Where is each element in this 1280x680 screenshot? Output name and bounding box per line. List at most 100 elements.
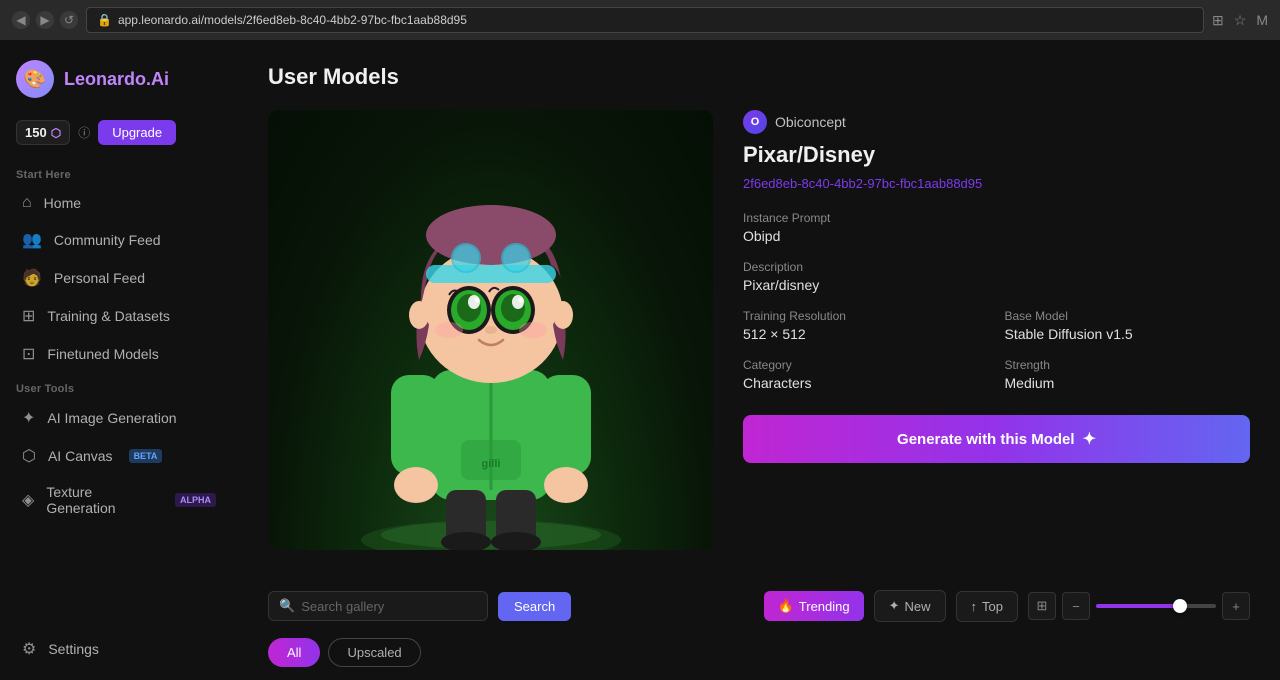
- instance-prompt-section: Instance Prompt Obipd: [743, 211, 1250, 244]
- top-button[interactable]: ↑ Top: [956, 591, 1018, 622]
- browser-chrome: ◀ ▶ ↺ 🔒 app.leonardo.ai/models/2f6ed8eb-…: [0, 0, 1280, 40]
- training-icon: ⊞: [22, 306, 35, 326]
- personal-icon: 🧑: [22, 268, 42, 288]
- training-resolution-label: Training Resolution: [743, 309, 989, 323]
- creator-initial: O: [751, 116, 760, 128]
- filter-all-pill[interactable]: All: [268, 638, 320, 667]
- svg-text:gilli: gilli: [481, 458, 500, 470]
- creator-avatar: O: [743, 110, 767, 134]
- sidebar-item-label: Home: [44, 195, 81, 211]
- sidebar-logo[interactable]: 🎨 Leonardo.Ai: [0, 52, 238, 114]
- training-resolution-value: 512 × 512: [743, 326, 989, 342]
- model-id-link[interactable]: 2f6ed8eb-8c40-4bb2-97bc-fbc1aab88d95: [743, 176, 1250, 191]
- sidebar-item-label: Settings: [48, 641, 99, 657]
- sidebar-item-label: AI Canvas: [48, 448, 113, 464]
- sidebar-item-community-feed[interactable]: 👥 Community Feed: [6, 221, 232, 259]
- profile-icon[interactable]: M: [1256, 12, 1268, 28]
- zoom-slider[interactable]: [1096, 604, 1216, 608]
- base-model-label: Base Model: [1005, 309, 1251, 323]
- new-button[interactable]: ✦ New: [874, 590, 946, 622]
- model-detail-section: gilli: [268, 110, 1250, 550]
- filter-upscaled-pill[interactable]: Upscaled: [328, 638, 420, 667]
- model-image-container: gilli: [268, 110, 713, 550]
- model-info-panel: O Obiconcept Pixar/Disney 2f6ed8eb-8c40-…: [743, 110, 1250, 550]
- gallery-controls: 🔍 Search 🔥 Trending ✦ New ↑ Top: [268, 590, 1250, 622]
- home-icon: ⌂: [22, 194, 32, 212]
- upgrade-button[interactable]: Upgrade: [98, 120, 176, 145]
- category-label: Category: [743, 358, 989, 372]
- user-tools-label: User Tools: [0, 373, 238, 399]
- zoom-out-button[interactable]: −: [1062, 592, 1090, 620]
- sidebar-item-label: Finetuned Models: [47, 346, 158, 362]
- page-title: User Models: [268, 64, 1250, 90]
- instance-prompt-label: Instance Prompt: [743, 211, 1250, 225]
- logo-avatar: 🎨: [16, 60, 54, 98]
- trending-button[interactable]: 🔥 Trending: [764, 591, 864, 621]
- back-button[interactable]: ◀: [12, 11, 30, 29]
- main-content: User Models gilli: [238, 40, 1280, 680]
- generate-icon: ✦: [1083, 429, 1096, 449]
- sidebar-item-label: Personal Feed: [54, 270, 145, 286]
- ai-canvas-icon: ⬡: [22, 446, 36, 466]
- gallery-search-button[interactable]: Search: [498, 592, 571, 621]
- gallery-section: 🔍 Search 🔥 Trending ✦ New ↑ Top: [268, 580, 1250, 680]
- trending-label: Trending: [799, 599, 850, 614]
- extension-icon[interactable]: ⊞: [1212, 12, 1224, 29]
- sidebar-item-personal-feed[interactable]: 🧑 Personal Feed: [6, 259, 232, 297]
- description-value: Pixar/disney: [743, 277, 1250, 293]
- forward-button[interactable]: ▶: [36, 11, 54, 29]
- new-label: New: [905, 599, 931, 614]
- finetuned-icon: ⊡: [22, 344, 35, 364]
- logo-text: Leonardo.Ai: [64, 69, 169, 90]
- new-icon: ✦: [889, 598, 900, 614]
- address-bar[interactable]: 🔒 app.leonardo.ai/models/2f6ed8eb-8c40-4…: [86, 7, 1204, 33]
- app-container: 🎨 Leonardo.Ai 150 ⬡ ⓘ Upgrade Start Here…: [0, 40, 1280, 680]
- browser-action-icons: ⊞ ☆ M: [1212, 12, 1268, 29]
- credits-icon: ⬡: [51, 126, 61, 140]
- alpha-badge: ALPHA: [175, 493, 216, 507]
- beta-badge: BETA: [129, 449, 163, 463]
- star-icon[interactable]: ☆: [1234, 12, 1247, 29]
- strength-value: Medium: [1005, 375, 1251, 391]
- model-meta-grid: Training Resolution 512 × 512 Base Model…: [743, 309, 1250, 391]
- sidebar-item-label: AI Image Generation: [47, 410, 176, 426]
- instance-prompt-value: Obipd: [743, 228, 1250, 244]
- sidebar-item-home[interactable]: ⌂ Home: [6, 185, 232, 221]
- sidebar-item-settings[interactable]: ⚙ Settings: [6, 630, 232, 668]
- sidebar-item-training[interactable]: ⊞ Training & Datasets: [6, 297, 232, 335]
- settings-icon: ⚙: [22, 639, 36, 659]
- credits-section: 150 ⬡ ⓘ Upgrade: [0, 114, 238, 159]
- sidebar-item-ai-canvas[interactable]: ⬡ AI Canvas BETA: [6, 437, 232, 475]
- training-resolution-section: Training Resolution 512 × 512: [743, 309, 989, 342]
- chibi-character-svg: gilli: [341, 130, 641, 550]
- category-section: Category Characters: [743, 358, 989, 391]
- strength-section: Strength Medium: [1005, 358, 1251, 391]
- base-model-section: Base Model Stable Diffusion v1.5: [1005, 309, 1251, 342]
- refresh-button[interactable]: ↺: [60, 11, 78, 29]
- grid-view-button[interactable]: ⊞: [1028, 592, 1056, 620]
- strength-label: Strength: [1005, 358, 1251, 372]
- start-here-label: Start Here: [0, 159, 238, 185]
- credits-display: 150 ⬡: [16, 120, 70, 145]
- sidebar-item-label: Training & Datasets: [47, 308, 169, 324]
- sidebar-item-label: Texture Generation: [46, 484, 159, 516]
- sidebar: 🎨 Leonardo.Ai 150 ⬡ ⓘ Upgrade Start Here…: [0, 40, 238, 680]
- sidebar-item-finetuned[interactable]: ⊡ Finetuned Models: [6, 335, 232, 373]
- zoom-in-button[interactable]: +: [1222, 592, 1250, 620]
- generate-button[interactable]: Generate with this Model ✦: [743, 415, 1250, 463]
- gallery-search-input[interactable]: [301, 599, 477, 614]
- sidebar-item-label: Community Feed: [54, 232, 161, 248]
- credits-info-icon[interactable]: ⓘ: [78, 124, 90, 141]
- sidebar-item-ai-image[interactable]: ✦ AI Image Generation: [6, 399, 232, 437]
- filter-pills: All Upscaled: [268, 638, 1250, 667]
- category-value: Characters: [743, 375, 989, 391]
- sidebar-item-texture[interactable]: ◈ Texture Generation ALPHA: [6, 475, 232, 525]
- base-model-value: Stable Diffusion v1.5: [1005, 326, 1251, 342]
- model-creator: O Obiconcept: [743, 110, 1250, 134]
- browser-nav-controls: ◀ ▶ ↺: [12, 11, 78, 29]
- top-label: Top: [982, 599, 1003, 614]
- slider-thumb: [1173, 599, 1187, 613]
- trending-icon: 🔥: [778, 598, 794, 614]
- lock-icon: 🔒: [97, 13, 112, 27]
- view-controls: ⊞ − +: [1028, 592, 1250, 620]
